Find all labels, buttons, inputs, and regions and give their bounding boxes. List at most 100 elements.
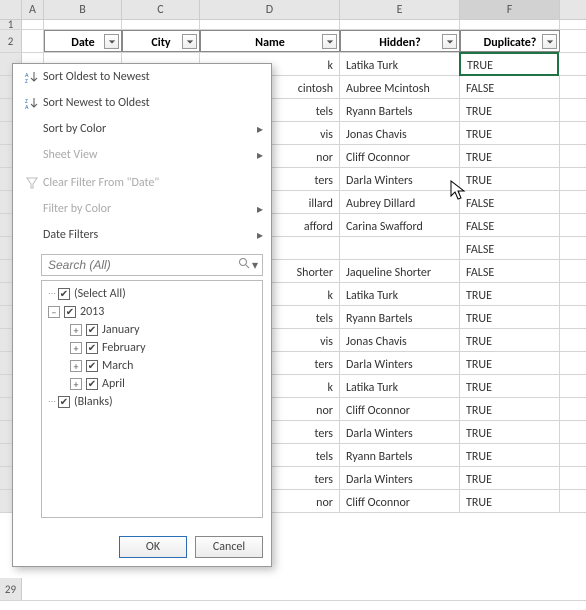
cell-hidden[interactable]: Latika Turk: [340, 53, 460, 75]
cell-duplicate[interactable]: FALSE: [460, 214, 560, 236]
checkbox-icon[interactable]: ✔: [64, 306, 76, 318]
checkbox-icon[interactable]: ✔: [86, 378, 98, 390]
cell-hidden[interactable]: Latika Turk: [340, 375, 460, 397]
cell-hidden[interactable]: Jaqueline Shorter: [340, 260, 460, 282]
cell-duplicate[interactable]: TRUE: [460, 444, 560, 466]
cell-duplicate[interactable]: TRUE: [460, 375, 560, 397]
cell-duplicate[interactable]: TRUE: [460, 398, 560, 420]
collapse-icon[interactable]: −: [48, 306, 60, 318]
cell-hidden[interactable]: [340, 237, 460, 259]
expand-icon[interactable]: +: [70, 342, 82, 354]
col-f[interactable]: F: [460, 0, 560, 19]
row-num[interactable]: 1: [0, 20, 22, 29]
cell-duplicate[interactable]: TRUE: [460, 283, 560, 305]
date-filters[interactable]: Date Filters ▸: [13, 222, 271, 248]
col-a[interactable]: A: [22, 0, 44, 19]
cell-duplicate[interactable]: TRUE: [460, 145, 560, 167]
col-c[interactable]: C: [122, 0, 200, 19]
cell-duplicate[interactable]: TRUE: [460, 168, 560, 190]
col-d[interactable]: D: [200, 0, 340, 19]
cell-hidden[interactable]: Aubree Mcintosh: [340, 76, 460, 98]
tree-month[interactable]: + ✔ March: [44, 357, 260, 375]
row-num[interactable]: 2: [0, 30, 22, 52]
cell-hidden[interactable]: Ryann Bartels: [340, 306, 460, 328]
col-b[interactable]: B: [44, 0, 122, 19]
cell-duplicate[interactable]: TRUE: [460, 306, 560, 328]
menu-label: Sort Oldest to Newest: [43, 70, 263, 84]
filter-tree[interactable]: ⋯ ✔ (Select All) − ✔ 2013 +✔January+✔Feb…: [41, 280, 263, 518]
cell-duplicate[interactable]: TRUE: [460, 99, 560, 121]
tree-month[interactable]: + ✔ January: [44, 321, 260, 339]
filter-icon[interactable]: [542, 34, 557, 49]
header-date[interactable]: Date: [44, 30, 122, 52]
cancel-button[interactable]: Cancel: [195, 536, 263, 558]
cell-hidden[interactable]: Aubrey Dillard: [340, 191, 460, 213]
chevron-down-icon[interactable]: ▾: [252, 258, 258, 273]
checkbox-icon[interactable]: ✔: [86, 342, 98, 354]
svg-text:A: A: [25, 103, 29, 110]
cell-duplicate[interactable]: TRUE: [460, 421, 560, 443]
cell-hidden[interactable]: Latika Turk: [340, 283, 460, 305]
cell-hidden[interactable]: Carina Swafford: [340, 214, 460, 236]
menu-label: Sort by Color: [43, 122, 257, 136]
tree-label: (Select All): [74, 287, 126, 301]
search-field[interactable]: [46, 257, 238, 273]
funnel-icon: [21, 176, 43, 190]
cell-hidden[interactable]: Darla Winters: [340, 467, 460, 489]
tree-month[interactable]: +✔April: [44, 375, 260, 393]
cell-hidden[interactable]: Ryann Bartels: [340, 99, 460, 121]
expand-icon[interactable]: +: [70, 324, 82, 336]
filter-icon[interactable]: [442, 34, 457, 49]
cell-hidden[interactable]: Cliff Oconnor: [340, 145, 460, 167]
sort-desc[interactable]: ZA Sort Newest to Oldest: [13, 90, 271, 116]
tree-blanks[interactable]: ⋯ ✔ (Blanks): [44, 393, 260, 411]
cell-duplicate[interactable]: FALSE: [460, 237, 560, 259]
cell-duplicate[interactable]: FALSE: [460, 191, 560, 213]
checkbox-icon[interactable]: ✔: [86, 324, 98, 336]
clear-filter: Clear Filter From "Date": [13, 170, 271, 196]
select-all-corner[interactable]: [0, 0, 22, 19]
sort-asc[interactable]: AZ Sort Oldest to Newest: [13, 64, 271, 90]
row-num[interactable]: 29: [0, 578, 22, 600]
expand-icon[interactable]: +: [70, 360, 82, 372]
filter-icon[interactable]: [322, 34, 337, 49]
cell-hidden[interactable]: Cliff Oconnor: [340, 490, 460, 512]
checkbox-icon[interactable]: ✔: [58, 396, 70, 408]
expand-icon[interactable]: +: [70, 378, 82, 390]
cell-duplicate[interactable]: TRUE: [460, 490, 560, 512]
filter-menu: AZ Sort Oldest to Newest ZA Sort Newest …: [12, 63, 272, 567]
cell-duplicate[interactable]: TRUE: [460, 467, 560, 489]
cell-hidden[interactable]: Darla Winters: [340, 352, 460, 374]
sort-desc-icon: ZA: [21, 96, 43, 110]
cell-duplicate[interactable]: TRUE: [460, 122, 560, 144]
col-e[interactable]: E: [340, 0, 460, 19]
cell-duplicate[interactable]: TRUE: [460, 329, 560, 351]
cell-duplicate[interactable]: FALSE: [460, 260, 560, 282]
checkbox-icon[interactable]: ✔: [58, 288, 70, 300]
filter-icon[interactable]: [182, 34, 197, 49]
tree-year[interactable]: − ✔ 2013: [44, 303, 260, 321]
cell-hidden[interactable]: Ryann Bartels: [340, 444, 460, 466]
cell-duplicate[interactable]: TRUE: [459, 52, 559, 76]
sort-color[interactable]: Sort by Color ▸: [13, 116, 271, 142]
header-hidden[interactable]: Hidden?: [340, 30, 460, 52]
cell-hidden[interactable]: Jonas Chavis: [340, 329, 460, 351]
search-input[interactable]: ▾: [41, 254, 263, 276]
ok-button[interactable]: OK: [119, 536, 187, 558]
cell-duplicate[interactable]: FALSE: [460, 76, 560, 98]
cell-hidden[interactable]: Jonas Chavis: [340, 122, 460, 144]
tree-select-all[interactable]: ⋯ ✔ (Select All): [44, 285, 260, 303]
filter-icon[interactable]: [104, 34, 119, 49]
tree-label: January: [102, 323, 140, 337]
header-name[interactable]: Name: [200, 30, 340, 52]
cell-duplicate[interactable]: TRUE: [460, 352, 560, 374]
cell-hidden[interactable]: Darla Winters: [340, 421, 460, 443]
checkbox-icon[interactable]: ✔: [86, 360, 98, 372]
cell-hidden[interactable]: Cliff Oconnor: [340, 398, 460, 420]
cell-hidden[interactable]: Darla Winters: [340, 168, 460, 190]
tree-label: March: [102, 359, 133, 373]
header-city[interactable]: City: [122, 30, 200, 52]
header-duplicate[interactable]: Duplicate?: [460, 30, 560, 52]
button-label: Cancel: [213, 540, 245, 554]
tree-month[interactable]: +✔February: [44, 339, 260, 357]
